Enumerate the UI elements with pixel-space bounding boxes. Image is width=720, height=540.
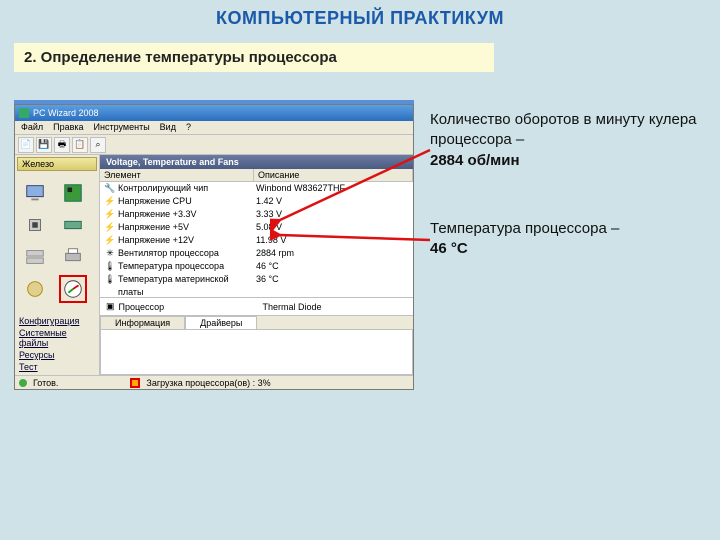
sidebar-icon-video[interactable] [59, 211, 87, 239]
sidebar-icon-sensors[interactable] [59, 275, 87, 303]
task-heading: 2. Определение температуры процессора [14, 43, 494, 72]
bolt-icon: ⚡ [104, 195, 116, 208]
callouts: Количество оборотов в минуту кулера проц… [430, 110, 700, 307]
sidebar-link-sysfiles[interactable]: Системные файлы [19, 327, 95, 349]
callout-temp-value: 46 °C [430, 240, 468, 257]
bolt-icon: ⚡ [104, 234, 116, 247]
tab-drivers[interactable]: Драйверы [185, 316, 257, 329]
fan-icon: ✳ [104, 247, 116, 260]
table-row: ✳Вентилятор процессора2884 rpm [100, 247, 413, 260]
toolbar: 📄 💾 🖶 📋 ⌕ [15, 135, 413, 155]
window-titlebar[interactable]: PC Wizard 2008 [15, 105, 413, 121]
sidebar-icon-printer[interactable] [59, 243, 87, 271]
status-ready-icon [19, 379, 27, 387]
sidebar-icon-devices[interactable] [21, 275, 49, 303]
bolt-icon: ⚡ [104, 221, 116, 234]
menu-bar[interactable]: Файл Правка Инструменты Вид ? [15, 121, 413, 135]
thermometer-icon: 🌡 [104, 260, 116, 273]
status-ready: Готов. [33, 378, 58, 388]
processor-note: ▣ Процессор Thermal Diode [100, 297, 413, 315]
toolbar-button[interactable]: ⌕ [90, 137, 106, 153]
column-element[interactable]: Элемент [100, 169, 254, 181]
main-panel: Voltage, Temperature and Fans Элемент Оп… [100, 155, 413, 375]
table-row: ⚡Напряжение +3.3V3.33 V [100, 208, 413, 221]
cpu-icon: ▣ [106, 301, 115, 312]
tab-info[interactable]: Информация [100, 316, 185, 329]
detail-tabs: Информация Драйверы [100, 315, 413, 329]
pcwizard-window: PC Wizard 2008 Файл Правка Инструменты В… [14, 104, 414, 390]
menu-view[interactable]: Вид [160, 122, 176, 133]
sidebar-link-config[interactable]: Конфигурация [19, 315, 95, 327]
chip-icon: 🔧 [104, 182, 116, 195]
sidebar-icon-mainboard[interactable] [59, 179, 87, 207]
callout-temp: Температура процессора – 46 °C [430, 219, 700, 260]
sidebar-links: Конфигурация Системные файлы Ресурсы Тес… [15, 313, 99, 375]
thermometer-icon: 🌡 [104, 273, 116, 299]
column-description[interactable]: Описание [254, 169, 413, 181]
sidebar-icon-drives[interactable] [21, 243, 49, 271]
detail-pane [100, 329, 413, 375]
panel-title: Voltage, Temperature and Fans [100, 155, 413, 169]
table-row: 🌡Температура процессора46 °C [100, 260, 413, 273]
callout-rpm-value: 2884 об/мин [430, 152, 520, 169]
status-cpu-load: Загрузка процессора(ов) : 3% [146, 378, 270, 388]
table-row: ⚡Напряжение CPU1.42 V [100, 195, 413, 208]
menu-help[interactable]: ? [186, 122, 191, 133]
menu-tools[interactable]: Инструменты [94, 122, 150, 133]
toolbar-button[interactable]: 💾 [36, 137, 52, 153]
sidebar-icon-cpu[interactable] [21, 211, 49, 239]
app-screenshot: PC Wizard 2008 Файл Правка Инструменты В… [14, 100, 414, 390]
app-icon [19, 108, 29, 118]
toolbar-button[interactable]: 📄 [18, 137, 34, 153]
table-row: 🔧Контролирующий чипWinbond W83627THF [100, 182, 413, 195]
menu-edit[interactable]: Правка [53, 122, 83, 133]
sidebar-tab-hardware[interactable]: Железо [17, 157, 97, 171]
toolbar-button[interactable]: 📋 [72, 137, 88, 153]
sidebar-link-resources[interactable]: Ресурсы [19, 349, 95, 361]
menu-file[interactable]: Файл [21, 122, 43, 133]
toolbar-button[interactable]: 🖶 [54, 137, 70, 153]
callout-rpm: Количество оборотов в минуту кулера проц… [430, 110, 700, 171]
window-title: PC Wizard 2008 [33, 108, 99, 118]
sensor-table: 🔧Контролирующий чипWinbond W83627THF ⚡На… [100, 182, 413, 297]
table-row: 🌡Температура материнской платы36 °C [100, 273, 413, 299]
table-row: ⚡Напряжение +5V5.08 V [100, 221, 413, 234]
sidebar-link-test[interactable]: Тест [19, 361, 95, 373]
sidebar: Железо Конфигурация Системные файлы Ресу… [15, 155, 100, 375]
table-row: ⚡Напряжение +12V11.98 V [100, 234, 413, 247]
bolt-icon: ⚡ [104, 208, 116, 221]
cpu-load-icon [130, 378, 140, 388]
status-bar: Готов. Загрузка процессора(ов) : 3% [15, 375, 413, 389]
sidebar-icon-system[interactable] [21, 179, 49, 207]
table-header: Элемент Описание [100, 169, 413, 182]
slide-title: КОМПЬЮТЕРНЫЙ ПРАКТИКУМ [0, 0, 720, 43]
